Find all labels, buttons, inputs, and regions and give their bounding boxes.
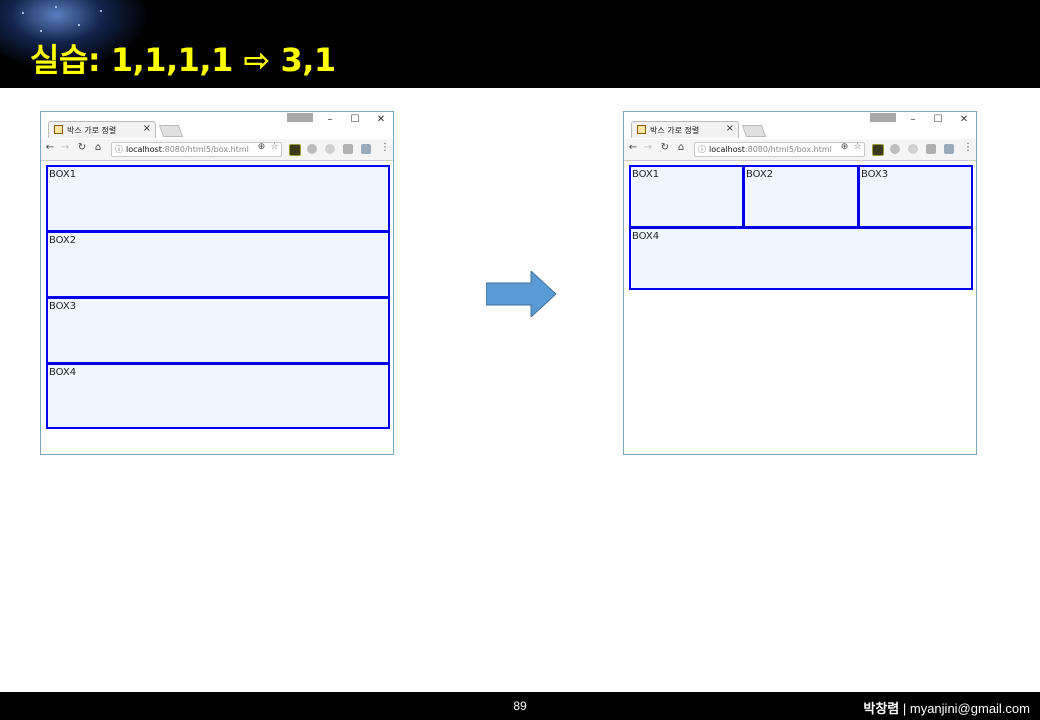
extension-icon[interactable] (908, 144, 918, 154)
browser-window-before: 박스 가로 정렬 × – ☐ ✕ ← → ↻ ⌂ ⓘ localhost:8080… (40, 111, 394, 455)
box-2: BOX2 (46, 231, 390, 298)
favicon-icon (54, 125, 63, 134)
box-2: BOX2 (743, 165, 859, 228)
url-path: :8080/html5/box.html (744, 145, 832, 154)
zoom-icon[interactable]: ⊕ (256, 142, 267, 152)
extension-icon[interactable] (872, 144, 884, 156)
page-viewport: BOX1 BOX2 BOX3 BOX4 (624, 161, 976, 454)
box-4: BOX4 (629, 227, 973, 290)
slide-header: 실습: 1,1,1,1 ⇨ 3,1 (0, 0, 1040, 88)
reload-icon[interactable]: ↻ (76, 142, 88, 153)
right-arrow-icon (486, 271, 556, 317)
slide-title: 실습: 1,1,1,1 ⇨ 3,1 (30, 41, 336, 79)
tab-title: 박스 가로 정렬 (650, 126, 700, 135)
slide-footer: 89 박창렴 | myanjini@gmail.com (0, 692, 1040, 720)
star-decoration (78, 24, 80, 26)
menu-icon[interactable]: ⋮ (962, 142, 974, 153)
forward-icon[interactable]: → (642, 142, 654, 153)
browser-tab[interactable]: 박스 가로 정렬 × (48, 121, 156, 138)
url-host: localhost (126, 145, 162, 154)
extension-icon[interactable] (944, 144, 954, 154)
tab-close-icon[interactable]: × (726, 123, 734, 134)
page-viewport: BOX1 BOX2 BOX3 BOX4 (41, 161, 393, 454)
title-bar: 박스 가로 정렬 × – ☐ ✕ (624, 112, 976, 139)
forward-icon[interactable]: → (59, 142, 71, 153)
tab-title: 박스 가로 정렬 (67, 126, 117, 135)
back-icon[interactable]: ← (44, 142, 56, 153)
url-path: :8080/html5/box.html (161, 145, 249, 154)
extension-icon[interactable] (343, 144, 353, 154)
tab-close-icon[interactable]: × (143, 123, 151, 134)
browser-window-after: 박스 가로 정렬 × – ☐ ✕ ← → ↻ ⌂ ⓘ localhost:8080… (623, 111, 977, 455)
back-icon[interactable]: ← (627, 142, 639, 153)
bookmark-star-icon[interactable]: ☆ (269, 142, 280, 152)
home-icon[interactable]: ⌂ (92, 142, 104, 153)
title-bar: 박스 가로 정렬 × – ☐ ✕ (41, 112, 393, 139)
profile-badge (870, 113, 896, 122)
extension-icon[interactable] (325, 144, 335, 154)
author-credit: 박창렴 | myanjini@gmail.com (863, 698, 1030, 717)
extension-icon[interactable] (289, 144, 301, 156)
browser-toolbar: ← → ↻ ⌂ ⓘ localhost:8080/html5/box.html ⊕… (41, 139, 393, 161)
box-4: BOX4 (46, 363, 390, 429)
extension-icon[interactable] (307, 144, 317, 154)
maximize-icon[interactable]: ☐ (931, 114, 945, 125)
author-separator: | (899, 701, 910, 716)
home-icon[interactable]: ⌂ (675, 142, 687, 153)
bookmark-star-icon[interactable]: ☆ (852, 142, 863, 152)
maximize-icon[interactable]: ☐ (348, 114, 362, 125)
menu-icon[interactable]: ⋮ (379, 142, 391, 153)
favicon-icon (637, 125, 646, 134)
browser-toolbar: ← → ↻ ⌂ ⓘ localhost:8080/html5/box.html ⊕… (624, 139, 976, 161)
star-decoration (100, 10, 102, 12)
extension-icon[interactable] (890, 144, 900, 154)
new-tab-button[interactable] (158, 125, 184, 137)
star-decoration (55, 6, 57, 8)
info-icon[interactable]: ⓘ (698, 143, 706, 156)
profile-badge (287, 113, 313, 122)
box-1: BOX1 (46, 165, 390, 232)
browser-tab[interactable]: 박스 가로 정렬 × (631, 121, 739, 138)
author-name: 박창렴 (863, 701, 900, 716)
star-decoration (22, 12, 24, 14)
extension-icon[interactable] (361, 144, 371, 154)
extension-icon[interactable] (926, 144, 936, 154)
close-icon[interactable]: ✕ (374, 114, 388, 125)
minimize-icon[interactable]: – (906, 114, 920, 125)
reload-icon[interactable]: ↻ (659, 142, 671, 153)
star-decoration (40, 30, 42, 32)
info-icon[interactable]: ⓘ (115, 143, 123, 156)
author-email: myanjini@gmail.com (909, 701, 1030, 716)
new-tab-button[interactable] (741, 125, 767, 137)
box-3: BOX3 (858, 165, 973, 228)
minimize-icon[interactable]: – (323, 114, 337, 125)
zoom-icon[interactable]: ⊕ (839, 142, 850, 152)
box-3: BOX3 (46, 297, 390, 364)
close-icon[interactable]: ✕ (957, 114, 971, 125)
box-1: BOX1 (629, 165, 744, 228)
url-host: localhost (709, 145, 745, 154)
